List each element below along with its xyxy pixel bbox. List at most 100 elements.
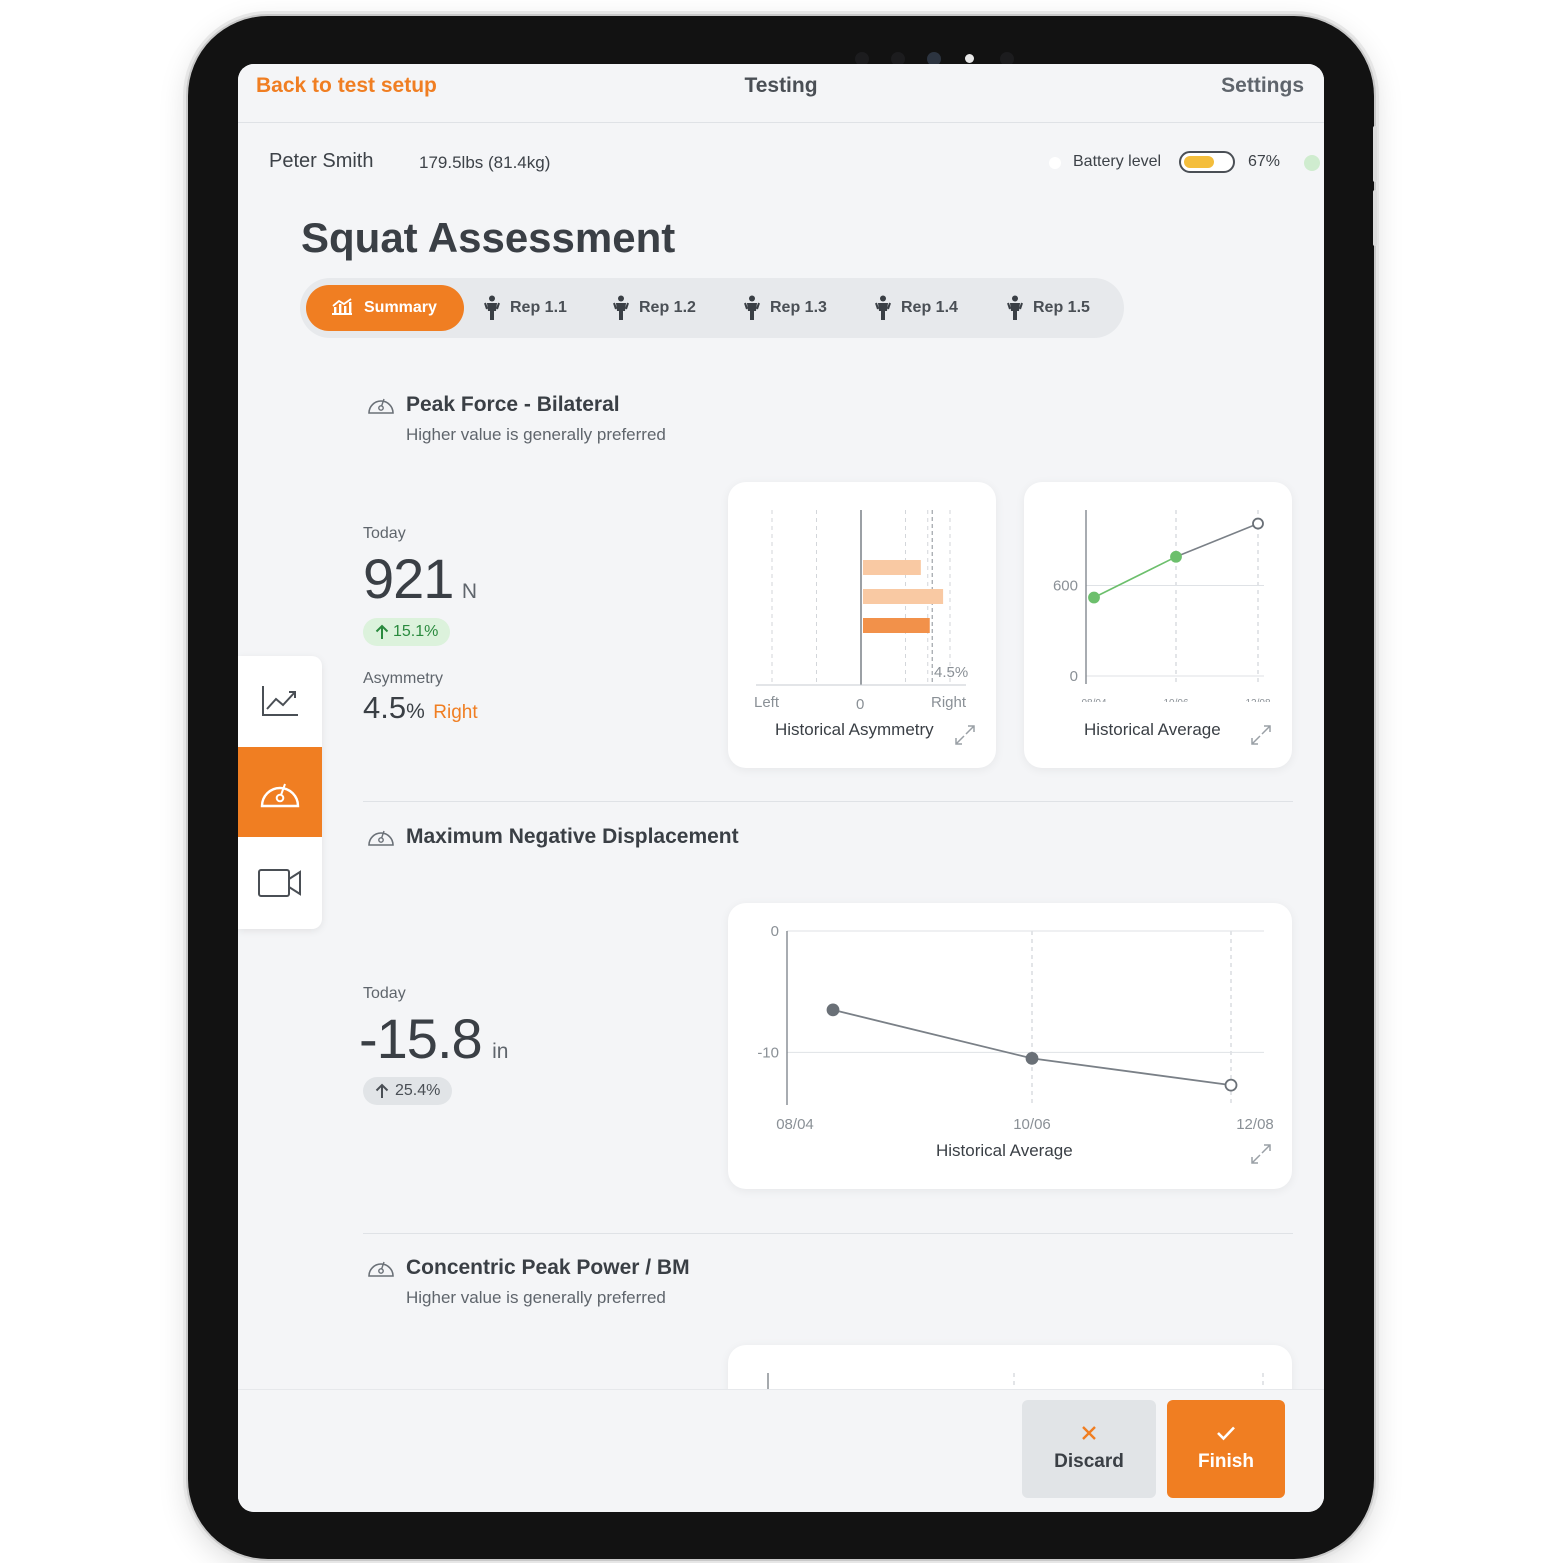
asymmetry-label: Asymmetry (363, 670, 443, 687)
series-line (1175, 522, 1259, 558)
data-point (1088, 591, 1100, 604)
status-dot (1049, 157, 1061, 169)
asymmetry-annotation: 4.5% (934, 664, 969, 681)
settings-link[interactable]: Settings (1221, 74, 1304, 98)
y-tick-label: 0 (1070, 668, 1078, 685)
metric-value-group: -15.8 in (359, 1006, 508, 1071)
connection-indicator (1304, 155, 1320, 171)
y-tick-label: -10 (757, 1044, 779, 1061)
tab-label: Rep 1.3 (770, 299, 827, 316)
section-title: Maximum Negative Displacement (406, 825, 739, 848)
series-line (1093, 556, 1177, 599)
tab-rep-1-2[interactable]: Rep 1.2 (613, 285, 696, 331)
historical-average-card[interactable]: 0 600 08/04 10/06 12/08 Historical Average (1024, 482, 1292, 768)
page-title: Squat Assessment (301, 214, 676, 261)
asymmetry-side: Right (433, 702, 478, 723)
metric-value: 921 (363, 547, 454, 610)
change-badge: 25.4% (363, 1077, 453, 1105)
gauge-icon (368, 830, 394, 846)
finish-button[interactable]: Finish (1167, 1400, 1285, 1498)
series-line (832, 1008, 1033, 1060)
x-tick-label: 10/06 (1013, 1116, 1051, 1133)
tab-rep-1-3[interactable]: Rep 1.3 (744, 285, 827, 331)
axis-label-zero: 0 (856, 696, 865, 713)
athlete-weight: 179.5lbs (81.4kg) (419, 153, 551, 172)
card-caption: Historical Average (1084, 720, 1221, 739)
data-point (826, 1003, 840, 1017)
tab-rep-1-4[interactable]: Rep 1.4 (875, 285, 958, 331)
asymmetry-unit: % (406, 700, 425, 723)
section-subtitle: Higher value is generally preferred (406, 1288, 666, 1307)
section-divider (363, 801, 1293, 802)
displacement-history-card[interactable]: 0 -10 08/04 10/06 12/08 Historical Average (728, 903, 1292, 1189)
tab-rep-1-5[interactable]: Rep 1.5 (1007, 285, 1090, 331)
asymmetry-bar (863, 560, 921, 575)
video-view-button[interactable] (238, 838, 322, 928)
person-icon (875, 295, 891, 320)
gauge-icon (260, 783, 300, 808)
expand-icon[interactable] (1250, 724, 1272, 746)
battery-fill (1184, 156, 1214, 168)
section-divider (363, 1233, 1293, 1234)
bottom-action-bar: Discard Finish (238, 1390, 1324, 1512)
finish-label: Finish (1198, 1451, 1254, 1472)
historical-asymmetry-card[interactable]: Left 0 Right 4.5% Historical Asymmetry (728, 482, 996, 768)
x-tick-label: 10/06 (1163, 698, 1188, 702)
battery-icon (1179, 151, 1235, 173)
tab-bar: Summary Rep 1.1 Rep 1.2 Rep 1.3 Rep 1.4 … (300, 278, 1124, 338)
tab-label: Summary (364, 299, 437, 316)
x-tick-label: 12/08 (1245, 698, 1270, 702)
asymmetry-bar (863, 589, 944, 604)
trend-view-button[interactable] (238, 656, 322, 746)
today-label: Today (363, 985, 406, 1002)
section-title: Concentric Peak Power / BM (406, 1256, 690, 1279)
metric-value-group: 921 N (363, 546, 477, 611)
data-point (1252, 517, 1264, 530)
axis-label-right: Right (931, 694, 967, 711)
gauge-icon (368, 398, 394, 414)
asymmetry-value: 4.5 (363, 690, 407, 725)
video-camera-icon (258, 869, 301, 897)
arrow-up-icon (375, 1083, 389, 1098)
discard-button[interactable]: Discard (1022, 1400, 1156, 1498)
tab-summary[interactable]: Summary (306, 285, 464, 331)
gauge-view-button[interactable] (238, 747, 322, 837)
arrow-up-icon (375, 624, 389, 639)
tab-label: Rep 1.1 (510, 299, 567, 316)
expand-icon[interactable] (954, 724, 976, 746)
person-icon (1007, 295, 1023, 320)
person-icon (484, 295, 500, 320)
gauge-icon (368, 1261, 394, 1277)
data-point (1170, 550, 1182, 563)
data-point (1025, 1051, 1039, 1065)
change-badge: 15.1% (363, 618, 451, 646)
app-screen: Testing Back to test setup Settings Pete… (238, 64, 1324, 1512)
y-tick-label: 0 (771, 923, 779, 940)
checkmark-icon (1217, 1426, 1235, 1441)
trend-chart-icon (262, 686, 298, 716)
asymmetry-group: 4.5% Right (363, 690, 478, 726)
x-tick-label: 08/04 (776, 1116, 814, 1133)
section-subtitle: Higher value is generally preferred (406, 425, 666, 444)
volume-button (1373, 126, 1377, 182)
change-value: 25.4% (395, 1082, 441, 1099)
tab-label: Rep 1.2 (639, 299, 696, 316)
section-title: Peak Force - Bilateral (406, 393, 620, 416)
x-tick-label: 12/08 (1236, 1116, 1274, 1133)
athlete-name: Peter Smith (269, 150, 374, 172)
battery-percent: 67% (1248, 153, 1281, 170)
top-navigation-bar: Testing Back to test setup Settings (238, 64, 1324, 123)
data-point (1224, 1078, 1238, 1092)
metric-value: -15.8 (359, 1007, 483, 1070)
force-history-chart: 0 600 08/04 10/06 12/08 (1053, 510, 1271, 702)
tab-label: Rep 1.4 (901, 299, 958, 316)
metric-unit: in (492, 1040, 509, 1063)
today-label: Today (363, 525, 406, 542)
y-tick-label: 600 (1053, 577, 1078, 594)
tab-rep-1-1[interactable]: Rep 1.1 (484, 285, 567, 331)
expand-icon[interactable] (1250, 1143, 1272, 1165)
series-line (1031, 1057, 1232, 1086)
back-to-setup-link[interactable]: Back to test setup (256, 74, 437, 98)
metric-unit: N (461, 580, 478, 603)
person-icon (744, 295, 760, 320)
